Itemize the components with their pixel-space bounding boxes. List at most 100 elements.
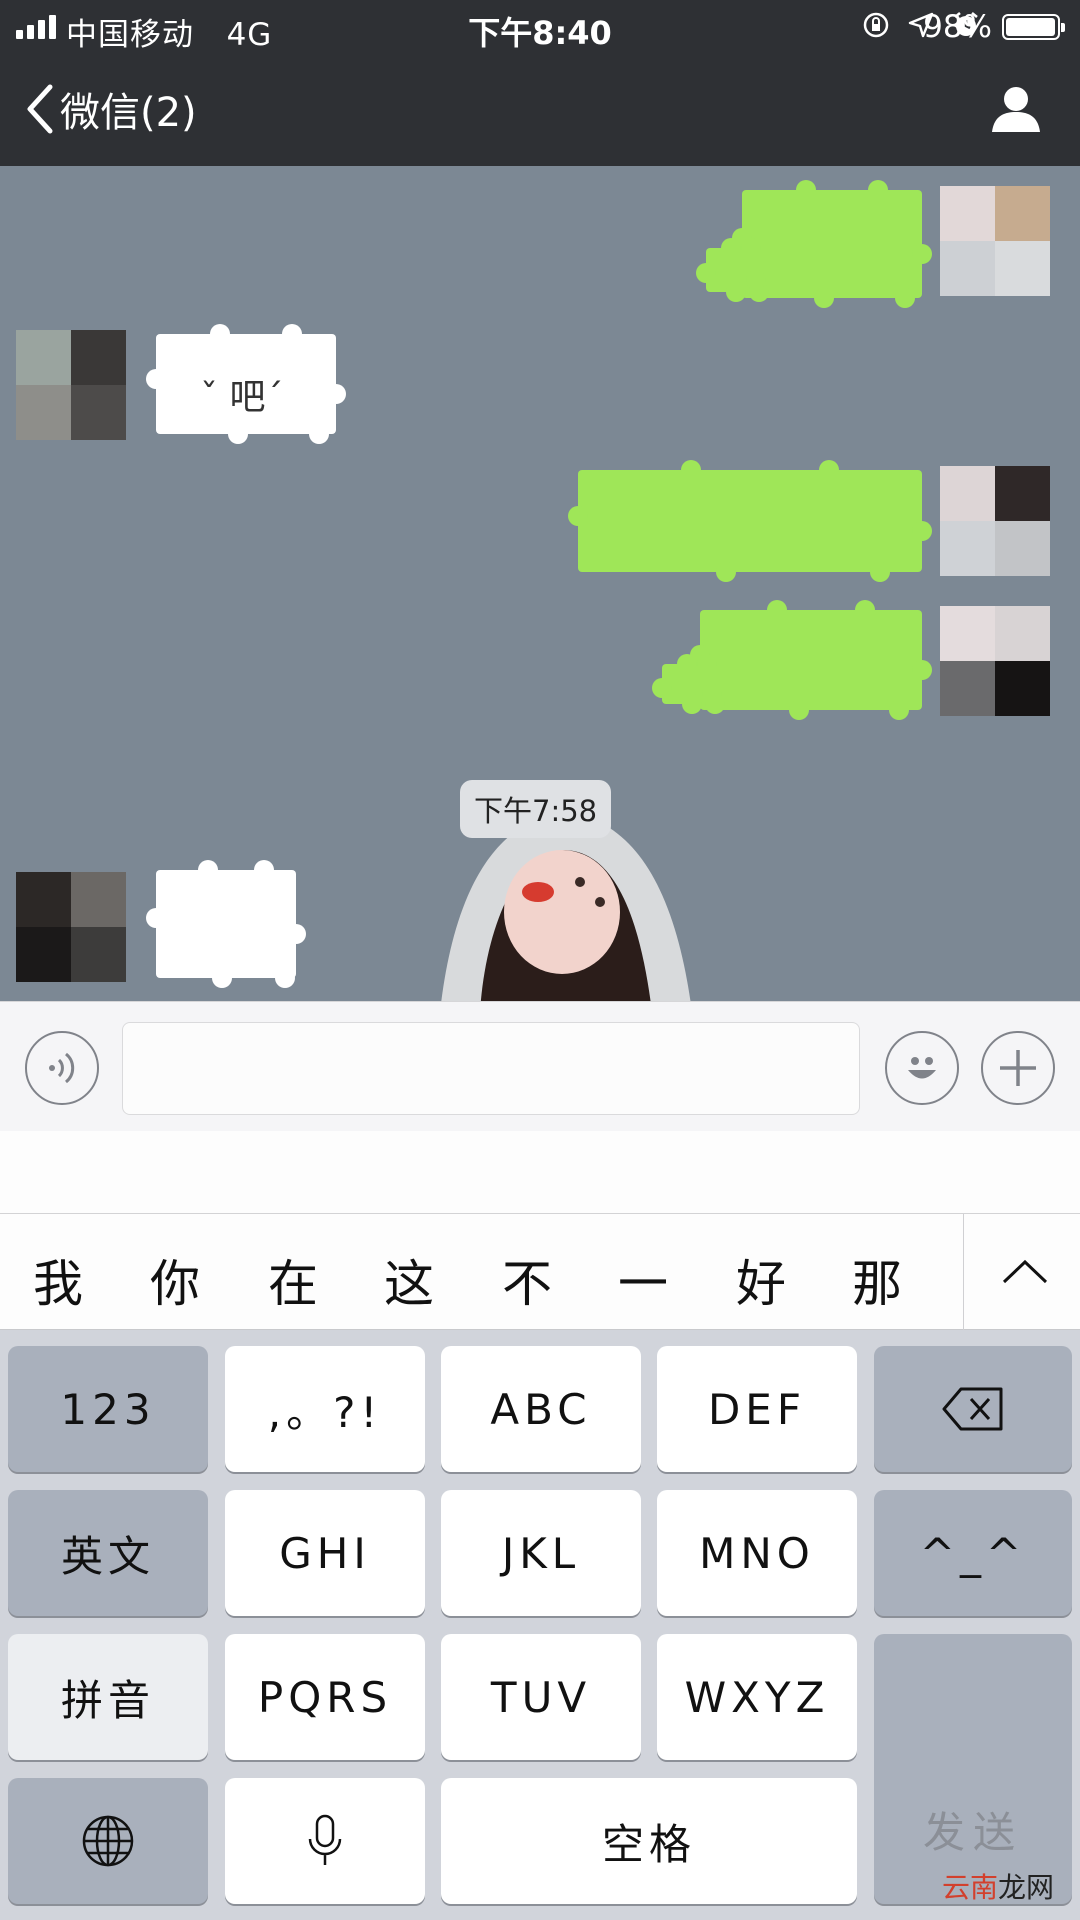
send-key[interactable]: 发送: [874, 1634, 1072, 1904]
puzzle-knob: [814, 288, 834, 308]
puzzle-knob: [282, 324, 302, 344]
microphone-icon: [308, 1814, 342, 1865]
key-def[interactable]: DEF: [657, 1346, 857, 1472]
plus-icon: [1000, 1050, 1036, 1086]
voice-icon: [49, 1052, 75, 1084]
input-bar: [0, 1001, 1080, 1131]
puzzle-knob: [715, 562, 736, 582]
puzzle-knob: [326, 384, 346, 404]
key-jkl[interactable]: JKL: [441, 1490, 641, 1616]
puzzle-knob: [682, 694, 702, 714]
globe-icon: [82, 1815, 134, 1867]
key-emoticon[interactable]: ^_^: [874, 1490, 1072, 1616]
puzzle-knob: [888, 700, 909, 720]
puzzle-knob: [198, 860, 218, 880]
voice-button[interactable]: [25, 1031, 99, 1105]
key-mno[interactable]: MNO: [657, 1490, 857, 1616]
keyboard: 123 ,。?! ABC DEF 英文 GHI JKL MNO ^_^ 拼音 P…: [0, 1330, 1080, 1920]
puzzle-knob: [652, 678, 672, 698]
puzzle-knob: [275, 968, 295, 988]
candidate-word[interactable]: 好: [736, 1244, 786, 1316]
key-pinyin[interactable]: 拼音: [8, 1634, 208, 1760]
message-bubble-sent[interactable]: [690, 600, 932, 720]
backspace-icon: [942, 1387, 1003, 1431]
key-wxyz[interactable]: WXYZ: [657, 1634, 857, 1760]
puzzle-knob: [870, 562, 891, 582]
puzzle-knob: [726, 282, 746, 302]
puzzle-knob: [681, 460, 702, 480]
watermark: 云南龙网: [942, 1866, 1054, 1906]
back-button[interactable]: 微信(2): [24, 80, 197, 138]
message-bubble-sent[interactable]: [568, 460, 932, 582]
puzzle-knob: [696, 263, 716, 284]
message-bubble-received[interactable]: [146, 860, 306, 988]
key-pqrs[interactable]: PQRS: [225, 1634, 425, 1760]
candidate-word[interactable]: 这: [384, 1244, 434, 1316]
chat-area[interactable]: ˇ 吧ˊ 下午7:58: [0, 166, 1080, 1001]
send-label: 发送: [922, 1807, 1023, 1857]
language-key[interactable]: [8, 1778, 208, 1904]
message-bubble-sent[interactable]: [732, 180, 932, 308]
puzzle-knob: [855, 600, 876, 620]
key-123[interactable]: 123: [8, 1346, 208, 1472]
puzzle-knob: [818, 460, 839, 480]
avatar-contact[interactable]: [16, 330, 126, 440]
avatar-self[interactable]: [940, 186, 1050, 296]
puzzle-knob: [697, 654, 717, 674]
puzzle-knob: [146, 369, 166, 389]
dictation-key[interactable]: [225, 1778, 425, 1904]
puzzle-knob: [796, 180, 816, 200]
candidate-word[interactable]: 那: [852, 1244, 902, 1316]
back-label: 微信(2): [60, 90, 197, 136]
puzzle-knob: [788, 700, 809, 720]
delete-key[interactable]: [874, 1346, 1072, 1472]
key-abc[interactable]: ABC: [441, 1346, 641, 1472]
puzzle-knob: [309, 424, 329, 444]
puzzle-knob: [912, 521, 932, 541]
person-icon: [992, 87, 1040, 132]
puzzle-knob: [212, 968, 232, 988]
chevron-up-icon: [1002, 1259, 1048, 1284]
message-text: ˇ 吧ˊ: [200, 377, 284, 418]
candidate-bar: 我 你 在 这 不 一 好 那: [0, 1214, 1080, 1330]
candidate-word[interactable]: 你: [150, 1244, 200, 1316]
space-key[interactable]: 空格: [441, 1778, 857, 1904]
watermark-part: 龙网: [997, 1871, 1054, 1904]
avatar-self[interactable]: [940, 466, 1050, 576]
key-tuv[interactable]: TUV: [441, 1634, 641, 1760]
puzzle-knob: [721, 238, 741, 258]
battery-icon: [1002, 14, 1065, 40]
avatar-contact[interactable]: [16, 872, 126, 982]
message-bubble-received[interactable]: ˇ 吧ˊ: [146, 324, 346, 444]
avatar-self[interactable]: [940, 606, 1050, 716]
message-timestamp: 下午7:58: [460, 780, 612, 838]
status-bar: 中国移动 4G 下午8:40 98%: [0, 0, 1080, 53]
chat-info-button[interactable]: [990, 84, 1042, 138]
key-ghi[interactable]: GHI: [225, 1490, 425, 1616]
emoji-icon: [908, 1057, 936, 1079]
puzzle-knob: [286, 924, 306, 944]
candidate-word[interactable]: 在: [268, 1244, 318, 1316]
puzzle-knob: [868, 180, 888, 200]
puzzle-knob: [702, 684, 722, 704]
emoji-button[interactable]: [885, 1031, 959, 1105]
top-bar: 中国移动 4G 下午8:40 98% 微信(2): [0, 0, 1080, 166]
key-english[interactable]: 英文: [8, 1490, 208, 1616]
candidate-word[interactable]: 一: [618, 1244, 668, 1316]
puzzle-knob: [677, 654, 697, 674]
key-punctuation[interactable]: ,。?!: [225, 1346, 425, 1472]
puzzle-knob: [228, 424, 248, 444]
watermark-part: 云南: [941, 1871, 998, 1904]
puzzle-knob: [254, 860, 274, 880]
puzzle-knob: [741, 238, 761, 258]
divider: [963, 1214, 964, 1330]
puzzle-piece: [696, 238, 769, 302]
expand-candidates-button[interactable]: [990, 1236, 1060, 1306]
chevron-left-icon: [27, 84, 53, 134]
more-button[interactable]: [981, 1031, 1055, 1105]
candidate-word[interactable]: 我: [33, 1244, 83, 1316]
candidate-word[interactable]: 不: [502, 1244, 552, 1316]
message-input[interactable]: [122, 1022, 860, 1115]
puzzle-knob: [766, 600, 787, 620]
puzzle-knob: [210, 324, 230, 344]
